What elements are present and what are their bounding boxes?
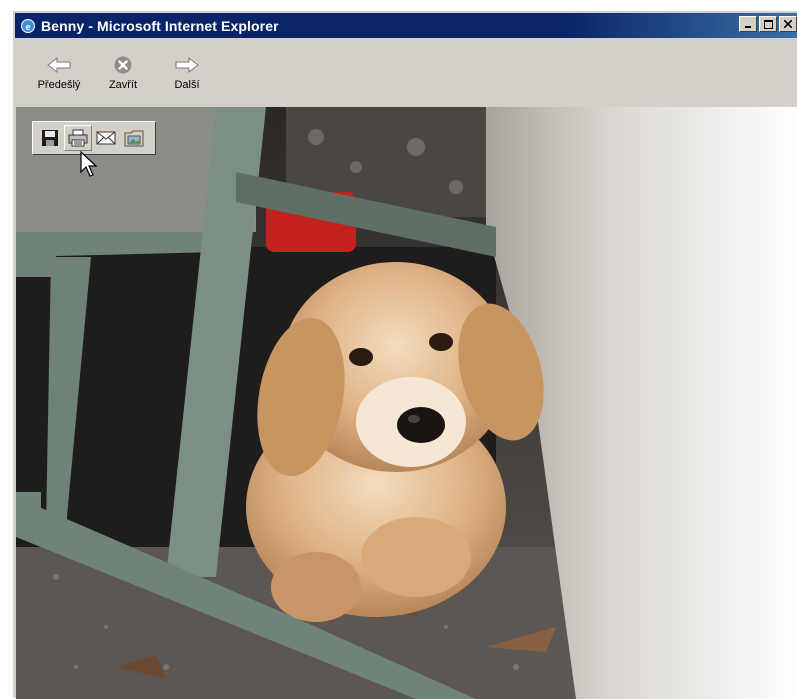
- print-icon: [68, 129, 88, 147]
- close-button[interactable]: [779, 16, 797, 32]
- ie-icon[interactable]: e: [19, 17, 37, 35]
- svg-text:e: e: [26, 21, 31, 33]
- previous-label: Předešlý: [37, 79, 81, 91]
- maximize-button[interactable]: [759, 16, 777, 32]
- mouse-cursor-icon: [80, 151, 98, 177]
- minimize-button[interactable]: [739, 16, 757, 32]
- image-toolbar: [32, 121, 156, 155]
- ie-window: e Benny - Microsoft Internet Explorer Př…: [12, 10, 797, 699]
- minimize-icon: [745, 26, 751, 28]
- title-bar[interactable]: e Benny - Microsoft Internet Explorer: [15, 13, 797, 38]
- previous-button[interactable]: Předešlý: [27, 42, 91, 91]
- email-icon: [96, 131, 116, 145]
- save-icon: [42, 130, 58, 146]
- window-controls: [739, 16, 797, 32]
- close-icon: [784, 20, 792, 28]
- arrow-left-icon: [46, 54, 72, 76]
- image-viewer: [16, 107, 797, 699]
- print-button[interactable]: [64, 125, 92, 151]
- window-title: Benny - Microsoft Internet Explorer: [41, 17, 279, 34]
- next-button[interactable]: Další: [155, 42, 219, 91]
- arrow-right-icon: [174, 54, 200, 76]
- maximize-icon: [763, 19, 773, 29]
- my-pictures-icon: [124, 130, 144, 146]
- email-button[interactable]: [92, 125, 120, 151]
- navigation-toolbar: Předešlý Zavřít Další: [15, 42, 797, 104]
- close-label: Zavřít: [108, 79, 138, 91]
- save-button[interactable]: [36, 125, 64, 151]
- my-pictures-button[interactable]: [120, 125, 148, 151]
- next-label: Další: [174, 79, 200, 91]
- close-circle-icon: [113, 54, 133, 76]
- puppy-photo: [16, 107, 797, 699]
- close-viewer-button[interactable]: Zavřít: [91, 42, 155, 91]
